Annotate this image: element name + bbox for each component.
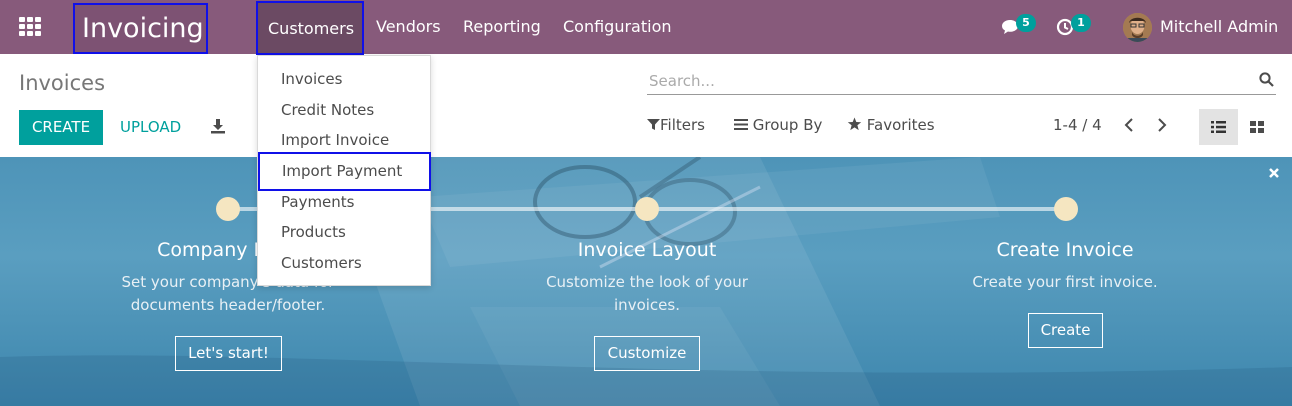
dropdown-item-credit-notes[interactable]: Credit Notes (258, 95, 430, 125)
step-1-description-line2: documents header/footer. (130, 296, 326, 314)
step-2-dot (635, 197, 659, 221)
top-navbar: Invoicing Customers Vendors Reporting Co… (0, 0, 1292, 55)
close-icon[interactable] (1268, 167, 1280, 179)
create-button[interactable]: CREATE (19, 110, 103, 145)
pager-value[interactable]: 1-4 / 4 (1053, 116, 1102, 134)
dropdown-item-import-invoice[interactable]: Import Invoice (258, 125, 430, 155)
step-2-description-line1: Customize the look of your (546, 273, 748, 291)
dropdown-item-import-payment[interactable]: Import Payment (258, 152, 431, 191)
search-input[interactable] (649, 70, 1239, 92)
dropdown-item-invoices[interactable]: Invoices (258, 64, 430, 94)
star-icon (847, 117, 862, 131)
avatar-portrait-icon (1123, 13, 1152, 42)
filter-icon (647, 119, 660, 130)
step-3-description: Create your first invoice. (925, 271, 1205, 294)
create-invoice-button[interactable]: Create (1028, 313, 1103, 348)
favorites-button[interactable]: Favorites (847, 116, 935, 134)
step-2-description-line2: invoices. (614, 296, 680, 314)
user-name[interactable]: Mitchell Admin (1160, 0, 1278, 54)
bars-icon (734, 119, 748, 130)
upload-button[interactable]: UPLOAD (120, 110, 181, 145)
page-title: Invoices (19, 71, 106, 95)
step-3-dot (1054, 197, 1078, 221)
app-brand[interactable]: Invoicing (73, 3, 208, 54)
list-view-button[interactable] (1199, 109, 1238, 145)
group-by-label: Group By (752, 116, 823, 134)
menu-vendors[interactable]: Vendors (376, 0, 441, 54)
list-view-icon (1211, 121, 1226, 133)
dropdown-item-customers[interactable]: Customers (258, 248, 430, 278)
kanban-view-button[interactable] (1238, 109, 1277, 145)
app-grid-icon[interactable] (19, 17, 41, 37)
search-icon[interactable] (1259, 72, 1274, 87)
menu-customers[interactable]: Customers (256, 1, 364, 55)
filters-button[interactable]: Filters (647, 116, 705, 134)
lets-start-button[interactable]: Let's start! (175, 336, 282, 371)
messages-badge: 5 (1016, 14, 1036, 32)
onboarding-banner: Company Data Set your company's data for… (0, 157, 1292, 406)
search-bar (647, 66, 1276, 95)
download-icon[interactable] (210, 118, 226, 134)
dropdown-item-products[interactable]: Products (258, 217, 430, 247)
chevron-left-icon[interactable] (1123, 117, 1135, 133)
activities-badge: 1 (1071, 14, 1091, 32)
kanban-view-icon (1250, 121, 1264, 133)
step-3-description-line1: Create your first invoice. (972, 273, 1158, 291)
dropdown-item-payments[interactable]: Payments (258, 187, 430, 217)
group-by-button[interactable]: Group By (734, 116, 822, 134)
chevron-right-icon[interactable] (1156, 117, 1168, 133)
step-2-title: Invoice Layout (577, 239, 717, 261)
step-3-title: Create Invoice (996, 239, 1134, 261)
step-2-description: Customize the look of your invoices. (507, 271, 787, 317)
filters-label: Filters (660, 116, 705, 134)
menu-configuration[interactable]: Configuration (563, 0, 672, 54)
menu-reporting[interactable]: Reporting (463, 0, 541, 54)
customize-button[interactable]: Customize (594, 336, 700, 371)
favorites-label: Favorites (866, 116, 935, 134)
step-1-dot (216, 197, 240, 221)
user-avatar[interactable] (1123, 13, 1152, 42)
customers-dropdown-menu: Invoices Credit Notes Import Invoice Imp… (257, 55, 431, 286)
